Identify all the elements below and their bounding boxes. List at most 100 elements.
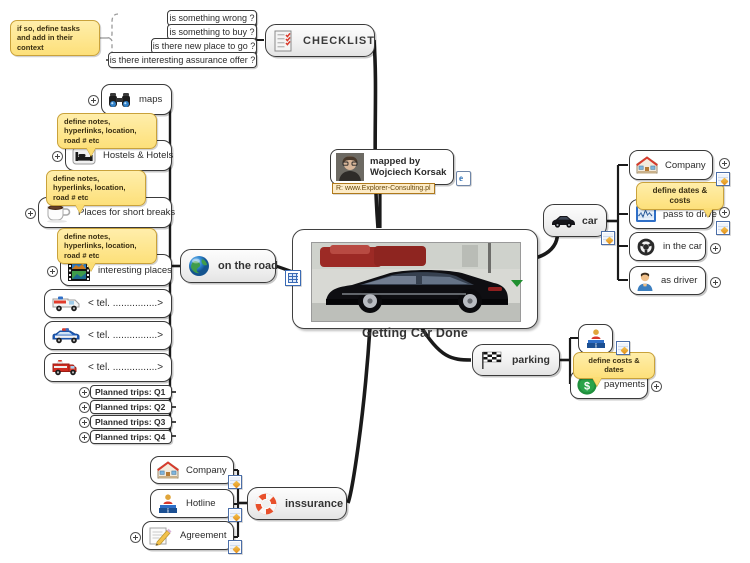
checklist-note-callout: if so, define tasks and add in their con… (10, 20, 100, 57)
attribution-hyperlink[interactable]: R: www.Explorer-Consulting.pl (332, 183, 435, 194)
parking-node[interactable]: parking (472, 344, 560, 376)
expand-maps-icon[interactable] (88, 95, 99, 106)
car-note-text: define dates & costs (652, 186, 708, 205)
info-desk-icon: i (156, 493, 180, 515)
child-label: < tel. ................> (88, 330, 164, 341)
central-topic[interactable]: Getting Car Done (292, 229, 538, 340)
car-child-asdriver[interactable]: as driver (629, 266, 706, 295)
expand-agreement-icon[interactable] (130, 532, 141, 543)
central-topic-title: Getting Car Done (362, 326, 468, 340)
expand-payments-icon[interactable] (651, 381, 662, 392)
expand-q3-icon[interactable] (79, 417, 90, 428)
checklist-icon (274, 30, 294, 52)
expand-car-inthecar-icon[interactable] (710, 243, 721, 254)
ambulance-icon (51, 295, 81, 313)
note-text: define notes, hyperlinks, location, road… (64, 232, 137, 260)
checklist-item-label: is there interesting assurance offer ? (109, 55, 256, 65)
note-callout-maps: define notes, hyperlinks, location, road… (57, 113, 157, 157)
note-badge-parking-info[interactable] (616, 341, 630, 355)
expand-car-asdriver-icon[interactable] (710, 277, 721, 288)
on-the-road-node[interactable]: on the road (180, 249, 278, 283)
expand-caret-icon[interactable] (511, 280, 523, 287)
pencil-document-icon (148, 525, 174, 547)
parking-child-info[interactable]: i (578, 324, 613, 354)
central-topic-image (311, 242, 521, 322)
parking-note-text: define costs & dates (588, 356, 640, 375)
child-label: interesting places (98, 264, 172, 276)
on-the-road-title: on the road (218, 260, 278, 272)
checklist-node[interactable]: CHECKLIST (265, 24, 375, 57)
child-label: Places for short breaks (78, 207, 176, 218)
on-the-road-child-ambulance[interactable]: < tel. ................> (44, 289, 172, 318)
author-photo (336, 153, 364, 181)
planned-trip-label: Planned trips: Q2 (95, 402, 166, 412)
expand-car-company-icon[interactable] (719, 158, 730, 169)
insurance-child-agreement[interactable]: Agreement (142, 521, 234, 550)
child-label: < tel. ................> (88, 298, 164, 309)
child-label: in the car (663, 241, 703, 252)
note-badge-ins-hotline[interactable] (228, 508, 242, 522)
checkered-flag-icon (479, 350, 505, 370)
planned-trip-label: Planned trips: Q4 (95, 432, 166, 442)
planned-trip-label: Planned trips: Q1 (95, 387, 166, 397)
parking-title: parking (512, 354, 550, 366)
on-the-road-child-maps[interactable]: maps (101, 84, 172, 115)
note-badge-car-pass[interactable] (716, 221, 730, 235)
expand-q2-icon[interactable] (79, 402, 90, 413)
binoculars-icon (108, 91, 132, 109)
hyperlink-icon[interactable]: e (456, 171, 471, 186)
parking-note-callout: define costs & dates (573, 352, 655, 386)
on-the-road-child-police[interactable]: < tel. ................> (44, 321, 172, 350)
car-title: car (582, 214, 598, 227)
lifebuoy-icon (254, 492, 278, 516)
note-badge-ins-company[interactable] (228, 475, 242, 489)
planned-trip-q4[interactable]: Planned trips: Q4 (90, 430, 172, 444)
insurance-title: inssurance (285, 497, 344, 510)
attribution-line2: Wojciech Korsak (370, 167, 447, 178)
svg-text:$: $ (584, 380, 590, 392)
child-label: < tel. ................> (88, 362, 164, 373)
expand-places-icon[interactable] (47, 266, 58, 277)
note-callout-hostels: define notes, hyperlinks, location, road… (46, 170, 146, 214)
on-the-road-child-fire[interactable]: < tel. ................> (44, 353, 172, 382)
checklist-item-label: is something wrong ? (169, 13, 255, 23)
child-label: maps (139, 94, 163, 105)
planned-trip-label: Planned trips: Q3 (95, 417, 166, 427)
planned-trip-q2[interactable]: Planned trips: Q2 (90, 400, 172, 414)
note-text: define notes, hyperlinks, location, road… (64, 117, 137, 145)
expand-q1-icon[interactable] (79, 387, 90, 398)
fire-truck-icon (51, 359, 81, 377)
checklist-item-3[interactable]: is there interesting assurance offer ? (108, 52, 257, 68)
car-child-company[interactable]: Company (629, 150, 713, 180)
note-badge-car-company[interactable] (716, 172, 730, 186)
note-callout-breaks: define notes, hyperlinks, location, road… (57, 228, 157, 272)
checklist-title: CHECKLIST (303, 34, 375, 47)
note-badge-car[interactable] (601, 231, 615, 245)
car-note-callout: define dates & costs (636, 182, 724, 217)
expand-hostels-icon[interactable] (52, 151, 63, 162)
insurance-child-company[interactable]: Company (150, 456, 234, 484)
expand-q4-icon[interactable] (79, 432, 90, 443)
car-child-inthecar[interactable]: in the car (629, 232, 706, 261)
checklist-item-label: is there new place to go ? (152, 41, 256, 51)
house-icon (156, 460, 180, 480)
insurance-node[interactable]: inssurance (247, 487, 347, 520)
car-node[interactable]: car (543, 204, 607, 237)
expand-breaks-icon[interactable] (25, 208, 36, 219)
attribution-node[interactable]: mapped by Wojciech Korsak (330, 149, 454, 185)
insurance-child-hotline[interactable]: i Hotline (150, 489, 234, 518)
mind-map-canvas: if so, define tasks and add in their con… (0, 0, 750, 563)
checklist-note-text: if so, define tasks and add in their con… (17, 24, 80, 52)
child-label: Agreement (180, 530, 227, 541)
table-badge-icon[interactable] (285, 270, 301, 286)
note-text: define notes, hyperlinks, location, road… (53, 174, 126, 202)
expand-car-pass-icon[interactable] (719, 207, 730, 218)
planned-trip-q1[interactable]: Planned trips: Q1 (90, 385, 172, 399)
steering-wheel-icon (635, 237, 657, 257)
note-badge-ins-agreement[interactable] (228, 540, 242, 554)
child-label: Company (186, 464, 227, 476)
car-icon (550, 213, 576, 229)
police-car-icon (51, 327, 81, 345)
child-label: Company (665, 159, 706, 171)
planned-trip-q3[interactable]: Planned trips: Q3 (90, 415, 172, 429)
